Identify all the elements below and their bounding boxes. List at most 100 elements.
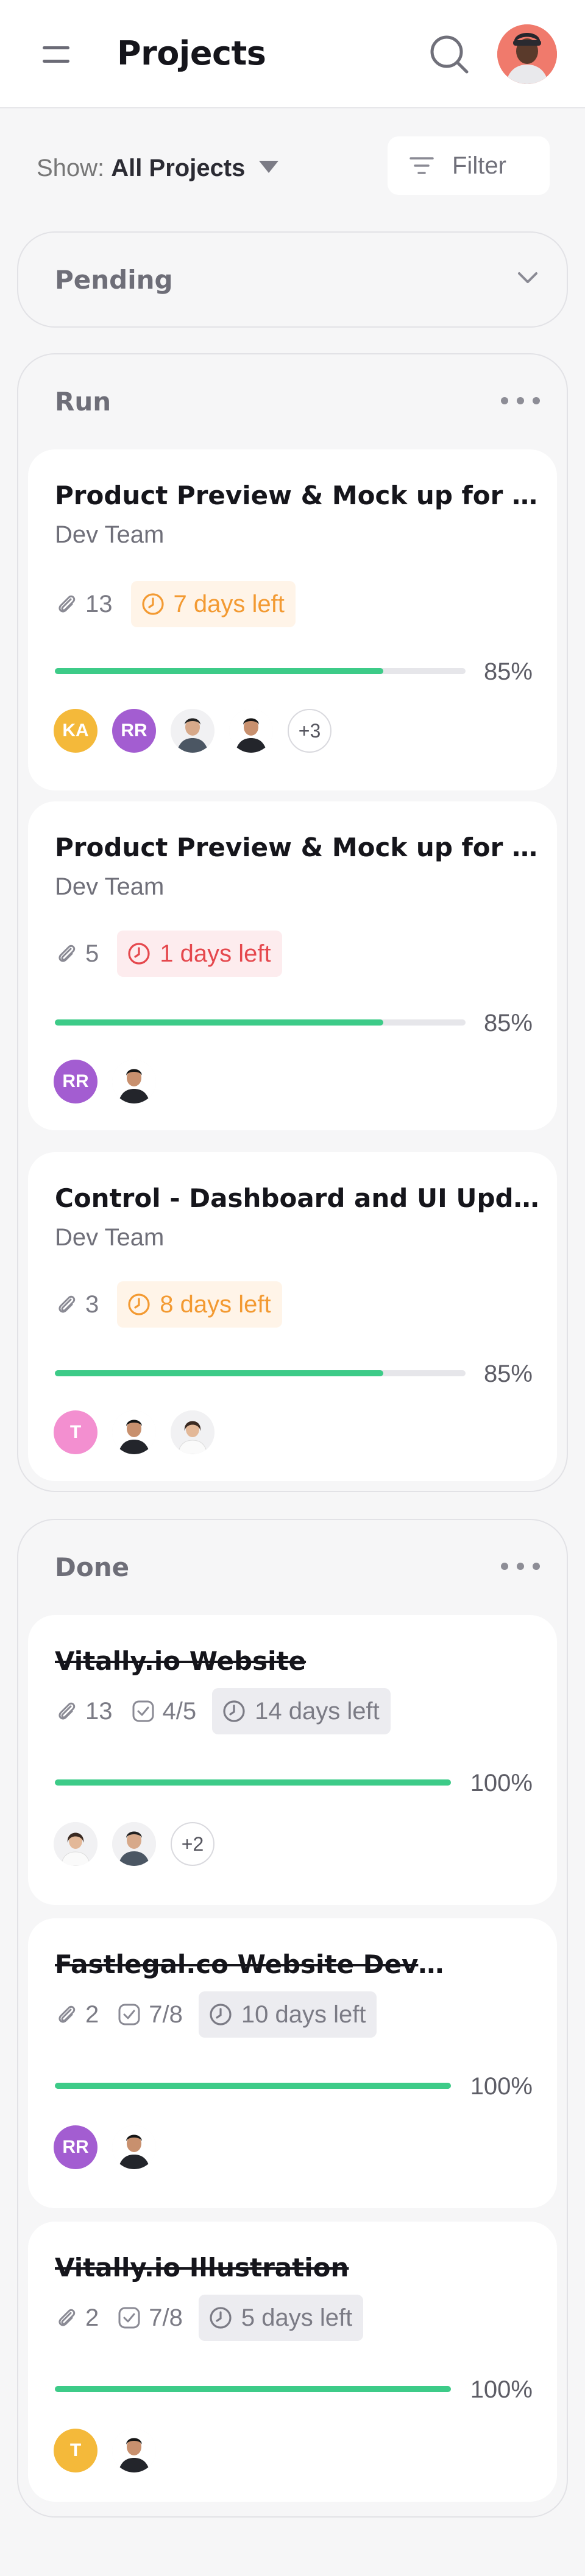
avatar[interactable] [112,1410,156,1454]
due-text: 14 days left [255,1697,380,1725]
user-avatar[interactable] [497,24,557,84]
search-icon[interactable] [427,32,473,78]
attachment-count: 2 [85,2304,99,2331]
avatar[interactable] [112,1822,156,1866]
avatar[interactable] [112,2429,156,2472]
clock-icon [210,2307,232,2329]
attachment-count: 2 [85,2001,99,2028]
due-text: 10 days left [241,2001,366,2028]
due-badge: 8 days left [117,1281,282,1328]
progress-bar [55,1019,466,1026]
progress-percent: 100% [470,2073,533,2100]
project-meta: 13 7 days left [55,581,296,627]
group-pending[interactable]: Pending [17,231,568,328]
more-members-badge[interactable]: +2 [171,1822,214,1866]
clock-icon [128,1293,150,1315]
member-list: RR [54,1058,171,1105]
task-count: 7/8 [117,2001,183,2029]
avatar[interactable] [171,709,214,753]
checkbox-icon [118,2307,140,2329]
project-meta: 2 7/8 10 days left [55,1991,377,2038]
menu-icon[interactable] [39,38,73,72]
member-list: RR [54,2124,171,2170]
filter-button[interactable]: Filter [388,136,550,195]
due-text: 1 days left [160,940,271,967]
progress-bar [55,2083,451,2089]
more-options-icon[interactable] [501,1559,540,1574]
project-card[interactable]: Vitally.io Website 13 4/5 14 days left 1… [28,1615,557,1905]
member-list: T [54,1409,229,1455]
progress-fill [55,2386,451,2392]
project-card[interactable]: Control - Dashboard and UI Updates Dev T… [28,1152,557,1481]
progress-percent: 100% [470,1770,533,1797]
task-count: 7/8 [117,2304,183,2332]
project-card[interactable]: Fastlegal.co Website Development 2 7/8 1… [28,1918,557,2208]
app-header: Projects [0,0,585,108]
paperclip-icon [58,595,76,613]
avatar[interactable]: T [54,2429,98,2472]
due-badge: 5 days left [198,2295,364,2341]
progress-percent: 85% [483,658,533,685]
due-text: 8 days left [160,1290,271,1318]
project-team: Dev Team [55,873,165,900]
caret-down-icon[interactable] [259,161,278,173]
avatar[interactable] [112,2125,156,2169]
paperclip-icon [58,2005,76,2023]
paperclip-icon [58,945,76,962]
avatar[interactable] [171,1410,214,1454]
project-card[interactable]: Product Preview & Mock up for Marketing … [28,801,557,1130]
avatar[interactable]: RR [112,709,156,753]
more-options-icon[interactable] [501,393,540,408]
progress-fill [55,668,384,674]
avatar[interactable] [229,709,273,753]
due-text: 5 days left [241,2304,353,2331]
progress-percent: 100% [470,2376,533,2403]
avatar[interactable]: T [54,1410,98,1454]
attachment-count: 13 [85,590,113,618]
paperclip-icon [58,1702,76,1720]
project-title: Product Preview & Mock up for Marketing [55,832,542,862]
avatar[interactable]: RR [54,2125,98,2169]
avatar[interactable]: KA [54,709,98,753]
project-meta: 3 8 days left [55,1281,282,1328]
task-count: 4/5 [131,1697,197,1725]
task-progress: 7/8 [149,2001,183,2028]
progress-bar [55,1370,466,1376]
project-title: Fastlegal.co Website Development [55,1949,445,1979]
show-value: All Projects [111,155,246,181]
project-card[interactable]: Product Preview & Mock up for Marketing … [28,449,557,790]
due-text: 7 days left [173,590,285,618]
avatar[interactable] [112,1060,156,1103]
attachment-count: 5 [85,940,99,967]
project-meta: 2 7/8 5 days left [55,2295,364,2341]
attachments: 13 [55,591,113,618]
clock-icon [210,2004,232,2025]
clock-icon [141,593,164,615]
progress-fill [55,1779,451,1786]
due-badge: 1 days left [117,931,282,977]
avatar[interactable]: RR [54,1060,98,1103]
due-badge: 14 days left [212,1688,391,1734]
show-filter[interactable]: Show: All Projects [37,152,245,184]
project-meta: 5 1 days left [55,931,282,977]
page-title: Projects [117,34,266,72]
filter-icon [410,157,434,174]
member-list: +2 [54,1821,229,1867]
project-card[interactable]: Vitally.io Illustration 2 7/8 5 days lef… [28,2222,557,2502]
attachments: 5 [55,940,99,968]
project-team: Dev Team [55,521,165,548]
attachments: 2 [55,2304,99,2332]
task-progress: 4/5 [162,1697,197,1725]
progress-fill [55,1370,384,1376]
checkbox-icon [132,1700,154,1722]
avatar[interactable] [54,1822,98,1866]
project-title: Vitally.io Illustration [55,2253,349,2282]
more-members-badge[interactable]: +3 [288,709,332,753]
attachments: 13 [55,1698,113,1725]
project-team: Dev Team [55,1224,165,1251]
filter-label: Filter [452,152,506,179]
paperclip-icon [58,2309,76,2326]
group-run: Run Product Preview & Mock up for Market… [17,353,568,1492]
group-done-title: Done [55,1552,130,1582]
project-title: Control - Dashboard and UI Updates [55,1183,542,1213]
